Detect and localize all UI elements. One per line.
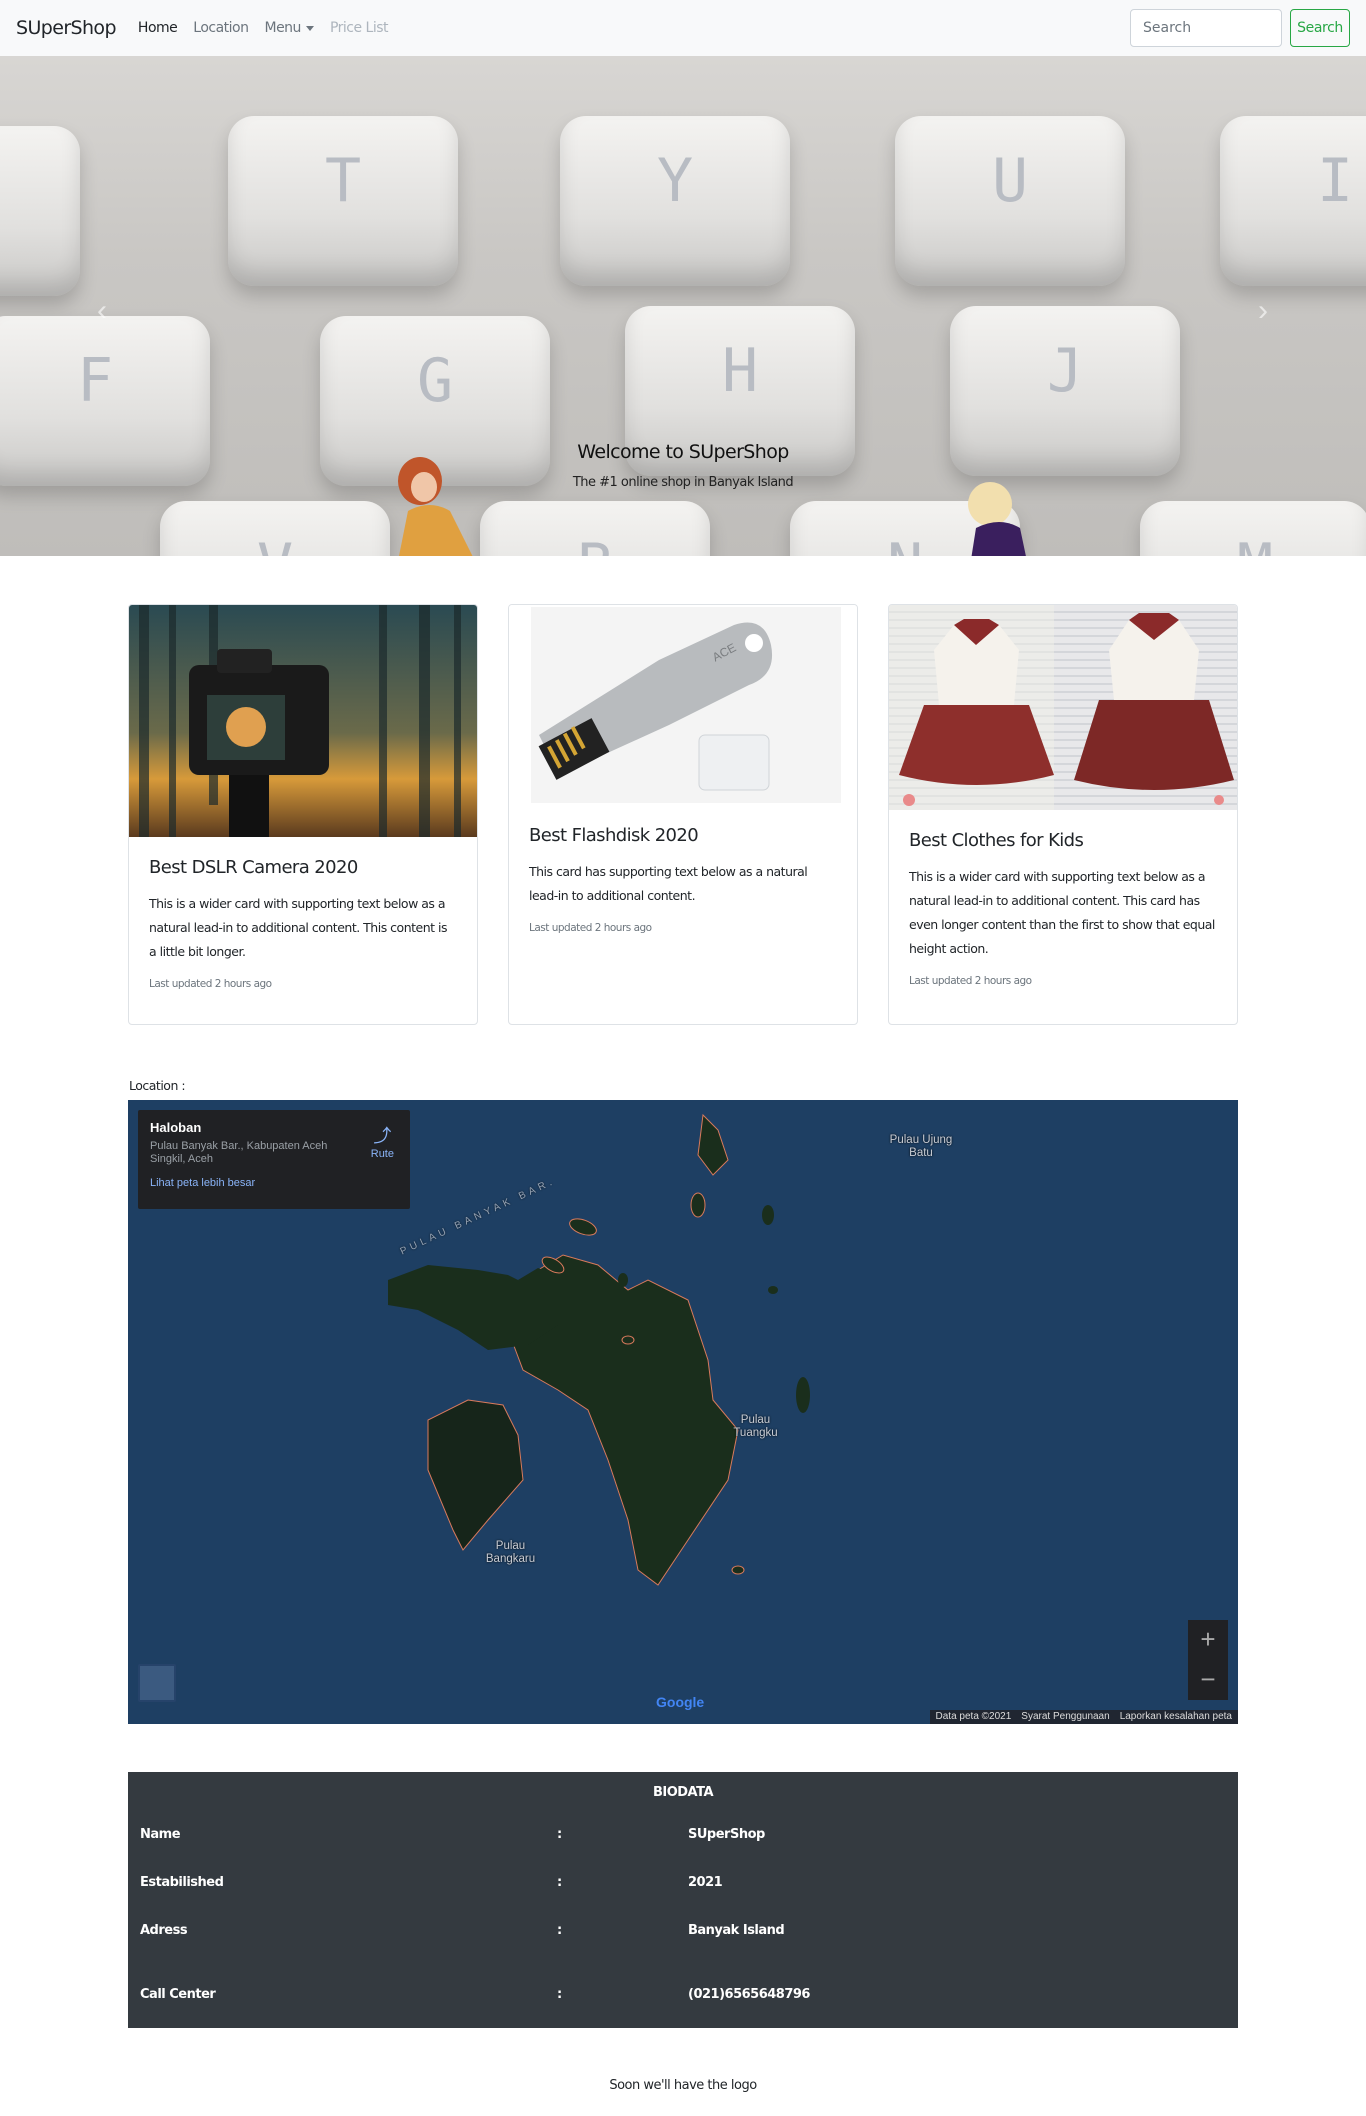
card-dslr: Best DSLR Camera 2020 This is a wider ca… [128, 604, 478, 1025]
street-view-pegman-icon[interactable] [138, 1664, 176, 1702]
biodata-separator: : [557, 1923, 562, 1938]
card-title: Best DSLR Camera 2020 [149, 857, 358, 878]
key-letter: B [577, 531, 613, 556]
biodata-separator: : [557, 1875, 562, 1890]
card-body: Best Flashdisk 2020 This card has suppor… [509, 805, 857, 954]
card-body: Best Clothes for Kids This is a wider ca… [889, 810, 1237, 1007]
card-body: Best DSLR Camera 2020 This is a wider ca… [129, 837, 477, 1010]
key-letter: I [1316, 145, 1354, 216]
card-title: Best Flashdisk 2020 [529, 825, 699, 846]
map-route-button[interactable]: ⤴ Rute [371, 1122, 394, 1160]
hero-caption: Welcome to SUperShop The #1 online shop … [0, 441, 1366, 490]
biodata-separator: : [557, 1987, 562, 2002]
card-image-camera [129, 605, 477, 837]
card-updated: Last updated 2 hours ago [529, 922, 652, 934]
biodata-key: Estabilished [140, 1875, 224, 1890]
card-text: This card has supporting text below as a… [529, 864, 808, 903]
biodata-table: BIODATA Name : SUperShop Estabilished : … [128, 1772, 1238, 2028]
navbar: SUperShop Home Location Menu Price List … [0, 0, 1366, 56]
key-letter: T [324, 145, 362, 216]
search-button[interactable]: Search [1290, 9, 1350, 47]
carousel-next-icon[interactable]: › [1248, 296, 1278, 326]
card-title: Best Clothes for Kids [909, 830, 1084, 851]
map-route-label: Rute [370, 1148, 394, 1160]
nav-link-home[interactable]: Home [138, 20, 178, 36]
biodata-row: Adress : Banyak Island [128, 1923, 1238, 1943]
key-letter: J [1046, 335, 1084, 406]
biodata-row: Estabilished : 2021 [128, 1875, 1238, 1895]
map-data-credit: Data peta ©2021 [935, 1711, 1012, 1722]
nav-menu-dropdown[interactable]: Menu [264, 20, 314, 36]
map-report-link[interactable]: Laporkan kesalahan peta [1120, 1710, 1232, 1724]
google-map-embed[interactable]: Haloban Pulau Banyak Bar., Kabupaten Ace… [128, 1100, 1238, 1724]
biodata-title: BIODATA [652, 1785, 714, 1800]
search-form: Search [1130, 9, 1350, 47]
key-letter: U [991, 145, 1029, 216]
google-logo-text: Google [656, 1694, 705, 1710]
key-letter: M [1237, 531, 1273, 556]
key-letter: N [887, 531, 923, 556]
biodata-value: Banyak Island [688, 1923, 785, 1938]
hero-subtitle: The #1 online shop in Banyak Island [572, 475, 794, 490]
map-label-tuangku: Pulau Tuangku [733, 1414, 778, 1439]
biodata-row: Call Center : (021)6565648796 [128, 1987, 1238, 2007]
map-footer: Data peta ©2021 Syarat Penggunaan Lapork… [929, 1710, 1238, 1724]
card-clothes: Best Clothes for Kids This is a wider ca… [888, 604, 1238, 1025]
biodata-key: Adress [140, 1923, 188, 1938]
card-deck: Best DSLR Camera 2020 This is a wider ca… [128, 604, 1238, 1025]
card-text: This is a wider card with supporting tex… [149, 896, 448, 959]
map-place-address: Pulau Banyak Bar., Kabupaten Aceh Singki… [150, 1140, 328, 1165]
map-info-card: Haloban Pulau Banyak Bar., Kabupaten Ace… [138, 1110, 410, 1209]
biodata-row: Name : SUperShop [128, 1827, 1238, 1847]
nav-link-location[interactable]: Location [193, 20, 249, 36]
biodata-value: SUperShop [688, 1827, 765, 1842]
zoom-in-button[interactable]: + [1188, 1620, 1228, 1660]
map-terms-link[interactable]: Syarat Penggunaan [1021, 1710, 1109, 1724]
biodata-key: Name [140, 1827, 181, 1842]
carousel-prev-icon[interactable]: ‹ [87, 296, 117, 326]
map-place-name: Haloban [150, 1120, 202, 1135]
directions-icon: ⤴ [373, 1126, 392, 1146]
brand-logo-text[interactable]: SUperShop [16, 17, 117, 39]
nav-menu-label: Menu [264, 20, 301, 36]
location-label: Location : [129, 1078, 186, 1093]
card-image-flashdisk: ACE [509, 605, 857, 805]
map-label-bangkaru: Pulau Bangkaru [485, 1540, 536, 1565]
chevron-down-icon [305, 25, 314, 31]
search-input[interactable] [1130, 9, 1282, 47]
nav-link-price-list: Price List [329, 20, 389, 36]
map-bigger-link[interactable]: Lihat peta lebih besar [150, 1177, 398, 1189]
zoom-out-button[interactable]: − [1188, 1660, 1228, 1700]
card-image-clothes [889, 605, 1237, 810]
card-updated: Last updated 2 hours ago [149, 978, 272, 990]
hero-title: Welcome to SUperShop [577, 441, 789, 463]
card-flashdisk: ACE Best Flashdisk 2020 This card has su… [508, 604, 858, 1025]
biodata-key: Call Center [140, 1987, 216, 2002]
biodata-value: 2021 [688, 1875, 723, 1890]
hero-carousel: R T Y U I F G H J V B N M ‹ › Welcome to… [0, 56, 1366, 556]
footer-text: Soon we'll have the logo [609, 2078, 757, 2093]
biodata-value: (021)6565648796 [688, 1987, 810, 2002]
biodata-separator: : [557, 1827, 562, 1842]
key-letter: Y [656, 145, 694, 216]
card-text: This is a wider card with supporting tex… [909, 869, 1215, 956]
key-letter: V [257, 531, 293, 556]
card-updated: Last updated 2 hours ago [909, 975, 1032, 987]
map-label-ujung-batu: Pulau Ujung Batu [889, 1134, 953, 1159]
key-letter: H [721, 335, 759, 406]
key-letter: G [416, 345, 454, 416]
key-letter: F [76, 345, 114, 416]
google-logo: Google [656, 1694, 704, 1710]
